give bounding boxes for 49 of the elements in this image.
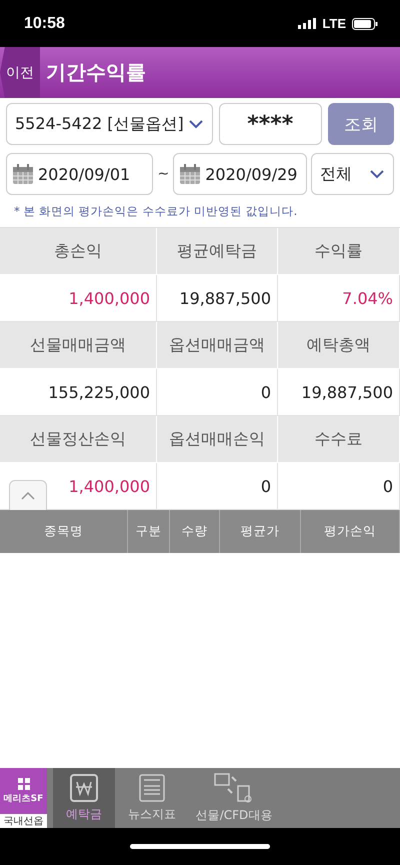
- filter-select[interactable]: 전체: [311, 153, 394, 195]
- column-header: 수량: [170, 510, 220, 553]
- chevron-down-icon: [369, 169, 385, 179]
- end-date-field[interactable]: 2020/09/29: [173, 153, 308, 195]
- document-transfer-icon: [214, 772, 254, 802]
- account-select[interactable]: 5524-5422 [선물옵션]: [6, 103, 213, 145]
- summary-value: 1,400,000: [0, 275, 157, 322]
- summary-value: 19,887,500: [157, 275, 278, 322]
- column-header: 평가손익: [301, 510, 400, 553]
- summary-value: 7.04%: [278, 275, 400, 322]
- screen-title: 기간수익률: [46, 59, 146, 86]
- password-field[interactable]: ****: [218, 103, 322, 145]
- summary-value: 1,400,000: [0, 463, 157, 510]
- signal-icon: [298, 18, 316, 29]
- newspaper-icon: [138, 774, 166, 802]
- grid-icon: [18, 778, 30, 790]
- won-icon: [70, 774, 98, 802]
- brand-menu-button[interactable]: 메리츠SF: [0, 768, 47, 814]
- battery-icon: [352, 18, 378, 30]
- brand-name: 메리츠SF: [4, 792, 44, 804]
- chevron-down-icon: [188, 119, 204, 129]
- column-header: 종목명: [0, 510, 128, 553]
- summary-label: 선물매매금액: [0, 322, 157, 369]
- summary-label: 총손익: [0, 228, 157, 275]
- brand-label: 국내선옵: [0, 814, 47, 828]
- column-header: 구분: [128, 510, 170, 553]
- calendar-icon: [12, 163, 34, 185]
- start-date-field[interactable]: 2020/09/01: [6, 153, 154, 195]
- summary-label: 수수료: [278, 416, 400, 463]
- summary-label: 옵션매매금액: [157, 322, 278, 369]
- status-time: 10:58: [24, 14, 65, 32]
- summary-label: 수익률: [278, 228, 400, 275]
- summary-value: 0: [157, 463, 278, 510]
- summary-label: 옵션매매손익: [157, 416, 278, 463]
- calendar-icon: [179, 163, 202, 185]
- range-separator: ~: [157, 166, 170, 182]
- scroll-up-button[interactable]: [9, 480, 47, 510]
- summary-label: 선물정산손익: [0, 416, 157, 463]
- notice-text: * 본 화면의 평가손익은 수수료가 미반영된 값입니다.: [13, 203, 298, 220]
- chevron-up-icon: [21, 492, 35, 500]
- summary-value: 0: [157, 369, 278, 416]
- back-button[interactable]: 이전: [0, 47, 40, 98]
- summary-value: 155,225,000: [0, 369, 157, 416]
- summary-label: 평균예탁금: [157, 228, 278, 275]
- network-label: LTE: [322, 16, 346, 31]
- summary-value: 19,887,500: [278, 369, 400, 416]
- summary-label: 예탁총액: [278, 322, 400, 369]
- summary-value: 0: [278, 463, 400, 510]
- column-header: 평균가: [220, 510, 301, 553]
